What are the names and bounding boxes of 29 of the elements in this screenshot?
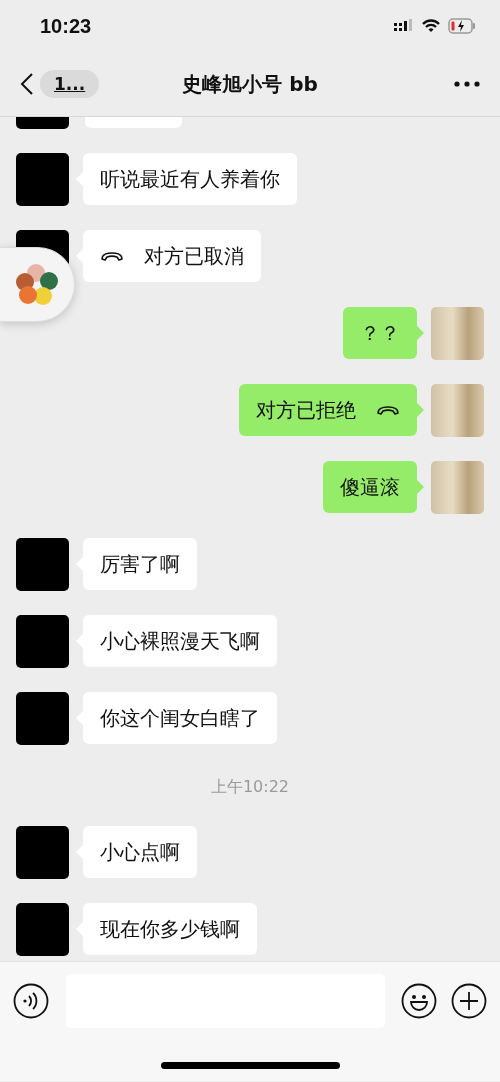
message-text: ？？ [360, 319, 400, 347]
avatar-placeholder[interactable] [431, 307, 484, 360]
battery-charging-icon [448, 18, 476, 34]
petal-app-icon [14, 261, 60, 308]
signal-icon [394, 19, 414, 33]
message-text: 厉害了啊 [100, 550, 180, 578]
message-text: 听说最近有人养着你 [100, 165, 280, 193]
unread-count-badge[interactable]: 1... [40, 70, 100, 98]
more-icon[interactable] [454, 81, 480, 87]
avatar-placeholder[interactable] [431, 384, 484, 437]
timestamp: 上午10:22 [210, 777, 290, 798]
status-time: 10:23 [40, 14, 92, 38]
message-text: 小心点啊 [100, 838, 180, 866]
voice-icon[interactable] [13, 983, 49, 1019]
floating-window-overlay[interactable] [0, 247, 75, 322]
message-text: 小心裸照漫天飞啊 [100, 627, 260, 655]
chat-title: 史峰旭小号 bb [182, 71, 318, 96]
phone-hangup-icon [376, 404, 400, 416]
avatar-placeholder[interactable] [431, 461, 484, 514]
message-text: 现在你多少钱啊 [100, 915, 240, 943]
back-icon[interactable] [20, 72, 34, 96]
add-icon[interactable] [451, 983, 487, 1019]
emoji-icon[interactable] [401, 983, 437, 1019]
phone-hangup-icon [100, 250, 124, 262]
wifi-icon [422, 19, 440, 33]
call-status-text: 对方已取消 [144, 242, 244, 270]
call-status-text: 对方已拒绝 [256, 396, 356, 424]
message-text: 你这个闺女白瞎了 [100, 704, 260, 732]
message-text: 傻逼滚 [340, 473, 400, 501]
